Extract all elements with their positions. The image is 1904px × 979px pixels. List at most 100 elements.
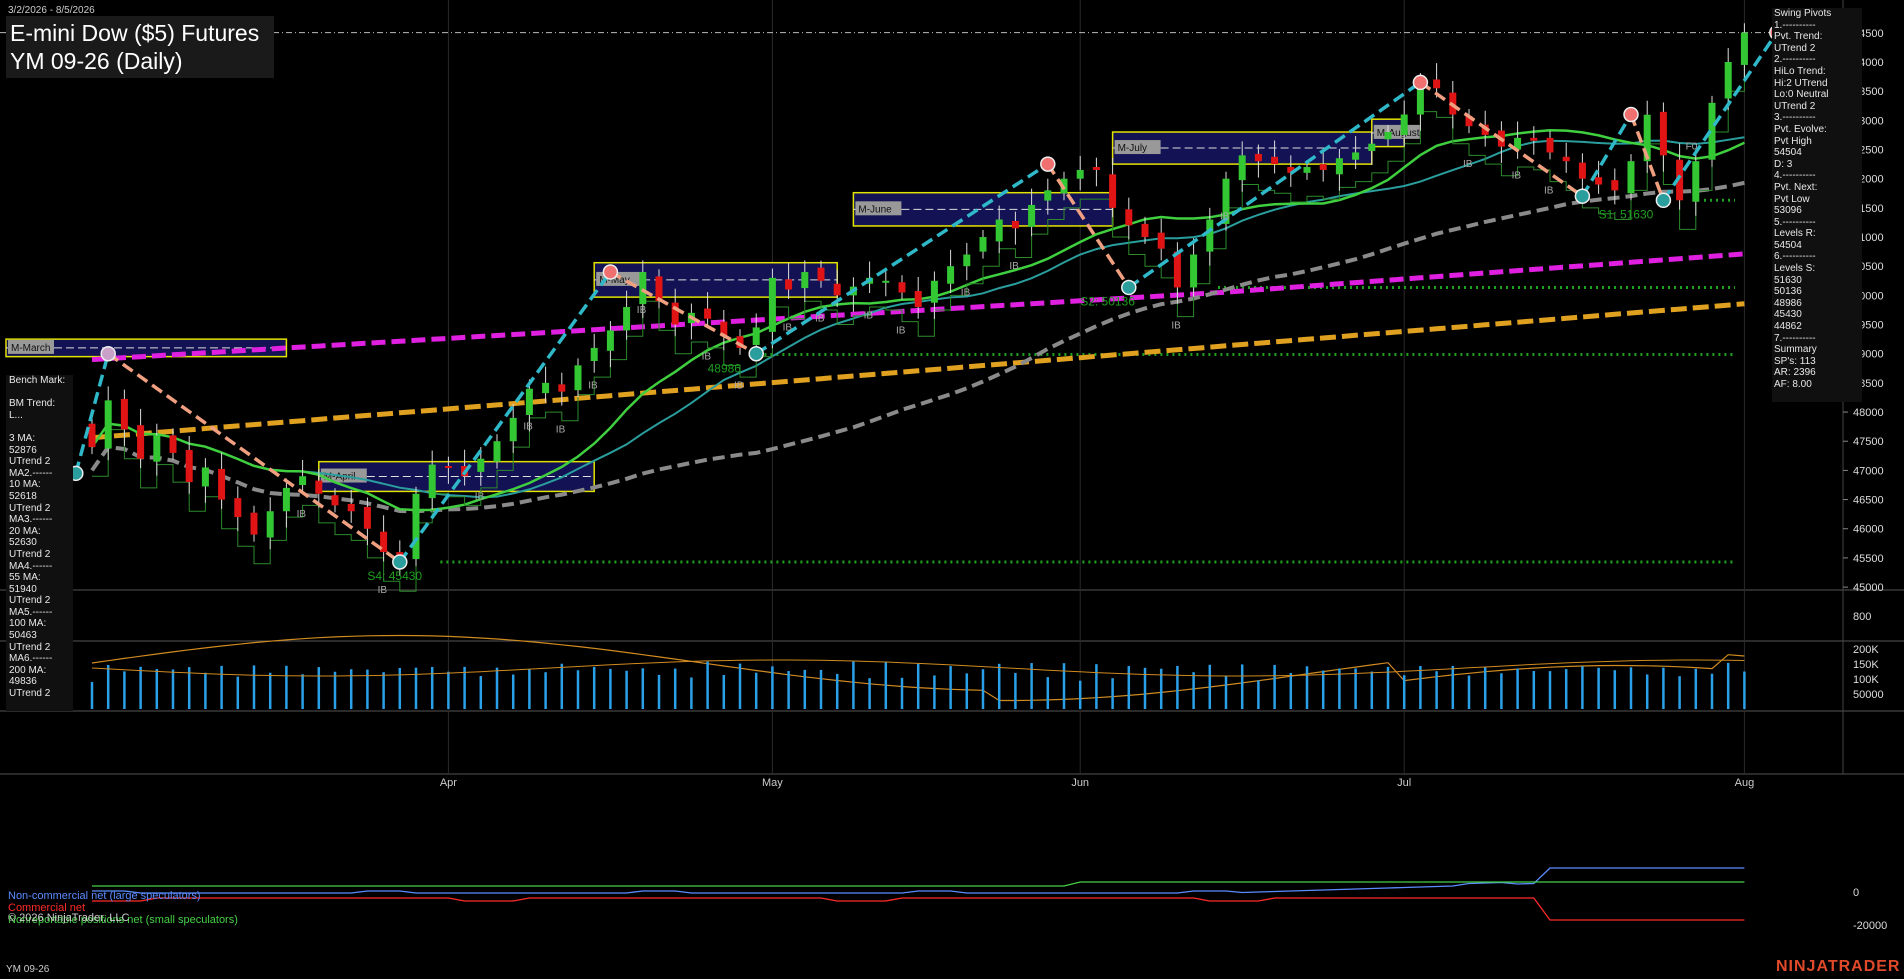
candle-body bbox=[1141, 223, 1149, 238]
bench-mark-line: MA3.------ bbox=[9, 514, 53, 526]
candle-body bbox=[752, 327, 760, 345]
bench-mark-line: 200 MA: bbox=[9, 664, 47, 676]
candle-body bbox=[639, 272, 647, 305]
candle-body bbox=[1384, 132, 1392, 140]
cot-commercial-line bbox=[92, 897, 1745, 921]
bench-mark-line: 49836 bbox=[9, 676, 37, 688]
x-tick-label: Aug bbox=[1735, 777, 1755, 789]
swing-pivot-line: HiLo Trend: bbox=[1774, 65, 1826, 77]
x-tick-label: Apr bbox=[440, 777, 457, 789]
price-panel-bg bbox=[0, 0, 1768, 590]
chart-subtitle: YM 09-26 (Daily) bbox=[10, 48, 183, 74]
candle-body bbox=[1595, 177, 1603, 185]
ib-label: IB bbox=[1544, 185, 1554, 196]
bench-mark-line: Bench Mark: bbox=[9, 375, 66, 386]
candle-body bbox=[1044, 190, 1052, 201]
swing-pivots-panel: Swing Pivots 1.---------- Pvt. Trend: UTren… bbox=[1772, 8, 1862, 402]
swing-pivot-line: D: 3 bbox=[1774, 158, 1793, 170]
ib-label: IB bbox=[378, 585, 388, 596]
candle-body bbox=[979, 237, 987, 252]
candle-body bbox=[1254, 153, 1262, 162]
swing-pivot-line: 51630 bbox=[1774, 274, 1802, 286]
bench-mark-line: UTrend 2 bbox=[9, 595, 51, 607]
bench-mark-line: UTrend 2 bbox=[9, 502, 51, 514]
bench-mark-line: 52630 bbox=[9, 537, 37, 549]
cot-tick-label: -20000 bbox=[1853, 920, 1887, 932]
candle-body bbox=[493, 441, 501, 462]
swing-pivot-line: UTrend 2 bbox=[1774, 42, 1816, 54]
candle-body bbox=[509, 417, 517, 442]
swing-pivot-line: 48986 bbox=[1774, 297, 1802, 309]
candle-body bbox=[1740, 32, 1748, 65]
candle-body bbox=[1125, 209, 1133, 226]
ib-label: IB bbox=[896, 325, 906, 336]
ib-label: IB bbox=[1463, 159, 1473, 170]
swing-pivot-line: 44862 bbox=[1774, 321, 1802, 333]
ib-label: IB bbox=[815, 314, 825, 325]
swing-pivot-line: SP's: 113 bbox=[1774, 355, 1816, 367]
candle-body bbox=[331, 495, 339, 506]
candle-body bbox=[1562, 156, 1570, 162]
candle-body bbox=[1157, 232, 1165, 249]
ib-label: IB bbox=[297, 509, 307, 520]
candle-body bbox=[1368, 143, 1376, 151]
price-tick-label: 48000 bbox=[1853, 407, 1884, 419]
candle-body bbox=[1400, 114, 1408, 135]
swing-pivot-line: Pvt. Trend: bbox=[1774, 31, 1823, 43]
ib-label: IB bbox=[588, 381, 598, 392]
bench-mark-line: UTrend 2 bbox=[9, 456, 51, 468]
candle-body bbox=[201, 467, 209, 487]
candle-body bbox=[347, 503, 355, 512]
candle-body bbox=[671, 302, 679, 325]
candle-body bbox=[1627, 161, 1635, 194]
swing-pivot-line: 54504 bbox=[1774, 239, 1802, 251]
swing-pivot-line: Lo:0 Neutral bbox=[1774, 89, 1829, 101]
ib-label: IB bbox=[734, 381, 744, 392]
x-tick-label: May bbox=[762, 777, 783, 789]
box-label: M-August bbox=[1377, 128, 1420, 139]
bench-mark-line: 100 MA: bbox=[9, 618, 47, 630]
support-level-label: S4: 45430 bbox=[367, 569, 422, 583]
candle-body bbox=[542, 382, 550, 394]
candle-body bbox=[428, 464, 436, 499]
swing-pivot-marker bbox=[1040, 156, 1056, 172]
bench-mark-line: 55 MA: bbox=[9, 572, 41, 584]
price-chart[interactable]: Apr May Jun Jul Aug 45000 45500 46000 46500 47000… bbox=[0, 0, 1904, 979]
swing-pivot-line: Swing Pivots bbox=[1774, 8, 1832, 19]
swing-pivot-line: 53096 bbox=[1774, 205, 1802, 217]
candle-body bbox=[1659, 111, 1667, 156]
atr-tick-label: 800 bbox=[1853, 611, 1871, 623]
candle-body bbox=[1319, 164, 1327, 170]
candle-body bbox=[1076, 169, 1084, 179]
candle-body bbox=[1546, 137, 1554, 153]
candle-body bbox=[1578, 162, 1586, 179]
ib-label: IB bbox=[637, 305, 647, 316]
ib-label: IB bbox=[556, 424, 566, 435]
candle-body bbox=[315, 480, 323, 494]
candle-body bbox=[444, 466, 452, 469]
candle-body bbox=[250, 512, 258, 535]
candle-body bbox=[137, 425, 145, 459]
candle-body bbox=[104, 400, 112, 449]
candle-body bbox=[1190, 254, 1198, 288]
swing-pivot-marker bbox=[100, 345, 116, 362]
candle-body bbox=[833, 283, 841, 296]
volume-tick-label: 150K bbox=[1853, 659, 1879, 671]
date-range: 3/2/2026 - 8/5/2026 bbox=[8, 5, 95, 16]
candle-body bbox=[169, 435, 177, 453]
fo-label: F0 bbox=[1686, 142, 1698, 153]
bench-mark-line: L... bbox=[9, 409, 23, 421]
price-tick-label: 45500 bbox=[1853, 553, 1884, 565]
swing-pivot-line: Hi:2 UTrend bbox=[1774, 77, 1828, 89]
bench-mark-line: UTrend 2 bbox=[9, 641, 51, 653]
candle-body bbox=[153, 435, 161, 462]
volume-tick-label: 200K bbox=[1853, 644, 1879, 656]
candle-body bbox=[120, 398, 128, 430]
cot-nonreportable-line bbox=[92, 881, 1745, 887]
bench-mark-line: MA4.------ bbox=[9, 560, 53, 572]
ib-label: IB bbox=[523, 422, 533, 433]
swing-pivot-marker bbox=[602, 264, 619, 280]
swing-pivot-marker bbox=[1623, 106, 1639, 123]
bench-mark-line: BM Trend: bbox=[9, 398, 56, 410]
bench-mark-line bbox=[9, 421, 73, 433]
